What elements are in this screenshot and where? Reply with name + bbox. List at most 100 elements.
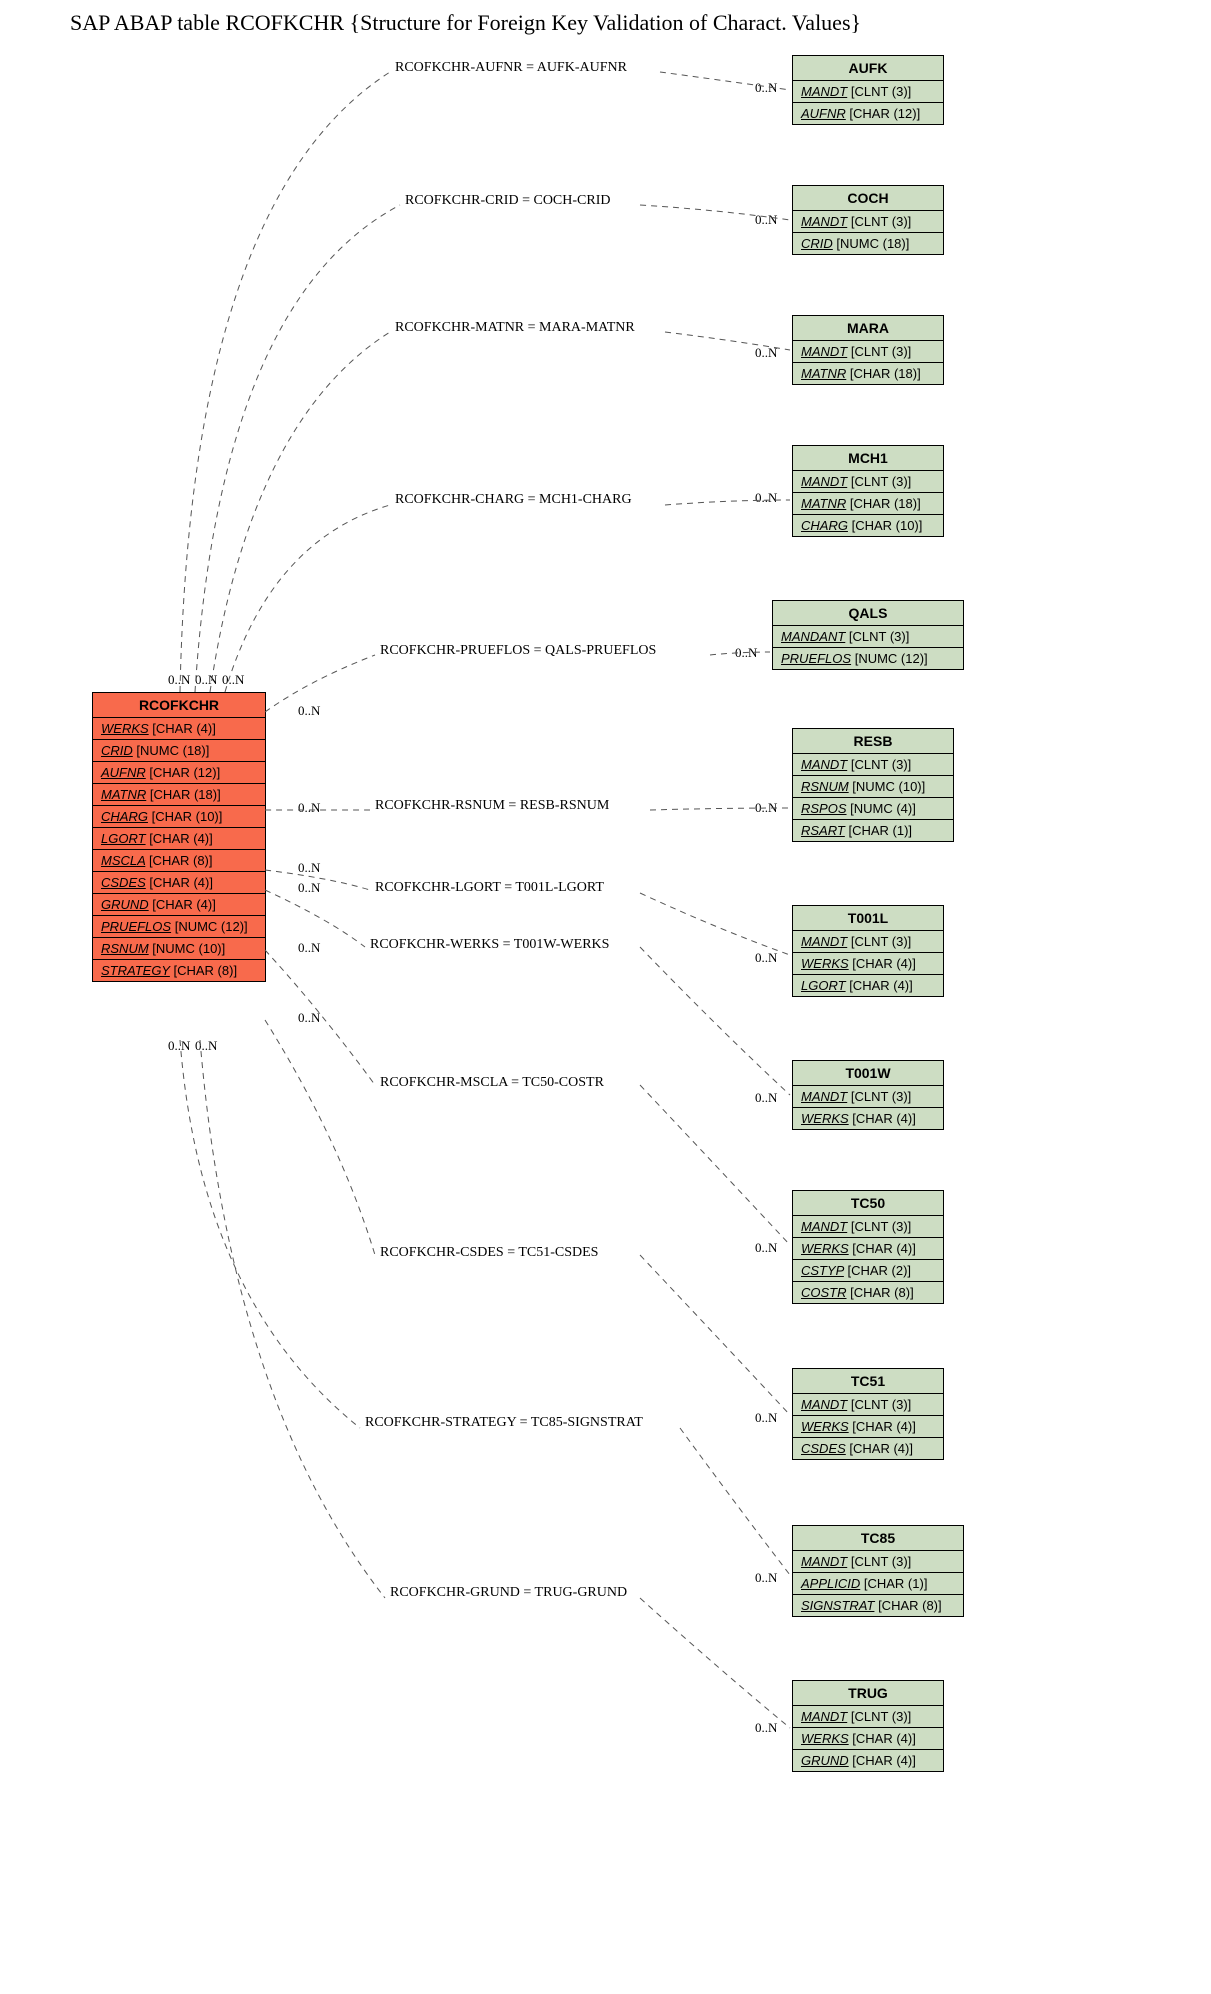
entity-header: TC85: [793, 1526, 963, 1551]
entity-header: QALS: [773, 601, 963, 626]
field-row: WERKS [CHAR (4)]: [793, 1416, 943, 1438]
field-row: AUFNR [CHAR (12)]: [93, 762, 265, 784]
relation-label: RCOFKCHR-STRATEGY = TC85-SIGNSTRAT: [365, 1415, 643, 1431]
page-title: SAP ABAP table RCOFKCHR {Structure for F…: [70, 10, 861, 36]
cardinality-label: 0..N: [735, 645, 757, 661]
field-row: GRUND [CHAR (4)]: [93, 894, 265, 916]
relation-label: RCOFKCHR-MATNR = MARA-MATNR: [395, 320, 635, 336]
field-row: PRUEFLOS [NUMC (12)]: [93, 916, 265, 938]
field-row: MANDANT [CLNT (3)]: [773, 626, 963, 648]
entity-header: COCH: [793, 186, 943, 211]
cardinality-label: 0..N: [755, 345, 777, 361]
field-row: MANDT [CLNT (3)]: [793, 1086, 943, 1108]
entity-tc51: TC51 MANDT [CLNT (3)] WERKS [CHAR (4)] C…: [792, 1368, 944, 1460]
cardinality-label: 0..N: [755, 1720, 777, 1736]
field-row: AUFNR [CHAR (12)]: [793, 103, 943, 124]
field-row: MANDT [CLNT (3)]: [793, 754, 953, 776]
field-row: MATNR [CHAR (18)]: [93, 784, 265, 806]
relation-label: RCOFKCHR-CRID = COCH-CRID: [405, 193, 610, 209]
field-row: RSART [CHAR (1)]: [793, 820, 953, 841]
field-row: CSDES [CHAR (4)]: [793, 1438, 943, 1459]
entity-resb: RESB MANDT [CLNT (3)] RSNUM [NUMC (10)] …: [792, 728, 954, 842]
field-row: MANDT [CLNT (3)]: [793, 81, 943, 103]
cardinality-label: 0..N: [755, 800, 777, 816]
entity-header: TC51: [793, 1369, 943, 1394]
field-row: MANDT [CLNT (3)]: [793, 211, 943, 233]
cardinality-label: 0..N: [298, 880, 320, 896]
field-row: WERKS [CHAR (4)]: [93, 718, 265, 740]
field-row: CHARG [CHAR (10)]: [793, 515, 943, 536]
field-row: LGORT [CHAR (4)]: [93, 828, 265, 850]
relation-label: RCOFKCHR-AUFNR = AUFK-AUFNR: [395, 60, 627, 76]
cardinality-label: 0..N: [755, 1410, 777, 1426]
relation-label: RCOFKCHR-CSDES = TC51-CSDES: [380, 1245, 598, 1261]
entity-header: T001L: [793, 906, 943, 931]
cardinality-label: 0..N: [755, 1570, 777, 1586]
relation-label: RCOFKCHR-LGORT = T001L-LGORT: [375, 880, 604, 896]
entity-mara: MARA MANDT [CLNT (3)] MATNR [CHAR (18)]: [792, 315, 944, 385]
cardinality-label: 0..N: [222, 672, 244, 688]
field-row: MANDT [CLNT (3)]: [793, 1394, 943, 1416]
cardinality-label: 0..N: [298, 703, 320, 719]
relation-label: RCOFKCHR-PRUEFLOS = QALS-PRUEFLOS: [380, 643, 656, 659]
field-row: MANDT [CLNT (3)]: [793, 931, 943, 953]
cardinality-label: 0..N: [298, 940, 320, 956]
field-row: RSPOS [NUMC (4)]: [793, 798, 953, 820]
entity-tc85: TC85 MANDT [CLNT (3)] APPLICID [CHAR (1)…: [792, 1525, 964, 1617]
cardinality-label: 0..N: [298, 1010, 320, 1026]
field-row: WERKS [CHAR (4)]: [793, 953, 943, 975]
field-row: MANDT [CLNT (3)]: [793, 1551, 963, 1573]
entity-aufk: AUFK MANDT [CLNT (3)] AUFNR [CHAR (12)]: [792, 55, 944, 125]
field-row: RSNUM [NUMC (10)]: [93, 938, 265, 960]
cardinality-label: 0..N: [755, 1240, 777, 1256]
cardinality-label: 0..N: [195, 1038, 217, 1054]
field-row: CSTYP [CHAR (2)]: [793, 1260, 943, 1282]
field-row: CSDES [CHAR (4)]: [93, 872, 265, 894]
cardinality-label: 0..N: [755, 1090, 777, 1106]
entity-rcofkchr: RCOFKCHR WERKS [CHAR (4)] CRID [NUMC (18…: [92, 692, 266, 982]
field-row: MSCLA [CHAR (8)]: [93, 850, 265, 872]
entity-header: RCOFKCHR: [93, 693, 265, 718]
cardinality-label: 0..N: [755, 950, 777, 966]
field-row: MATNR [CHAR (18)]: [793, 493, 943, 515]
entity-header: TC50: [793, 1191, 943, 1216]
cardinality-label: 0..N: [195, 672, 217, 688]
field-row: SIGNSTRAT [CHAR (8)]: [793, 1595, 963, 1616]
field-row: MANDT [CLNT (3)]: [793, 1706, 943, 1728]
relation-label: RCOFKCHR-WERKS = T001W-WERKS: [370, 937, 609, 953]
field-row: MANDT [CLNT (3)]: [793, 341, 943, 363]
cardinality-label: 0..N: [298, 860, 320, 876]
relation-label: RCOFKCHR-MSCLA = TC50-COSTR: [380, 1075, 604, 1091]
entity-mch1: MCH1 MANDT [CLNT (3)] MATNR [CHAR (18)] …: [792, 445, 944, 537]
entity-qals: QALS MANDANT [CLNT (3)] PRUEFLOS [NUMC (…: [772, 600, 964, 670]
entity-t001w: T001W MANDT [CLNT (3)] WERKS [CHAR (4)]: [792, 1060, 944, 1130]
field-row: PRUEFLOS [NUMC (12)]: [773, 648, 963, 669]
relation-lines: [0, 0, 1211, 1994]
field-row: COSTR [CHAR (8)]: [793, 1282, 943, 1303]
relation-label: RCOFKCHR-RSNUM = RESB-RSNUM: [375, 798, 609, 814]
field-row: CRID [NUMC (18)]: [93, 740, 265, 762]
field-row: WERKS [CHAR (4)]: [793, 1728, 943, 1750]
field-row: LGORT [CHAR (4)]: [793, 975, 943, 996]
field-row: CRID [NUMC (18)]: [793, 233, 943, 254]
cardinality-label: 0..N: [755, 490, 777, 506]
field-row: WERKS [CHAR (4)]: [793, 1238, 943, 1260]
entity-t001l: T001L MANDT [CLNT (3)] WERKS [CHAR (4)] …: [792, 905, 944, 997]
entity-coch: COCH MANDT [CLNT (3)] CRID [NUMC (18)]: [792, 185, 944, 255]
cardinality-label: 0..N: [755, 212, 777, 228]
field-row: APPLICID [CHAR (1)]: [793, 1573, 963, 1595]
relation-label: RCOFKCHR-CHARG = MCH1-CHARG: [395, 492, 632, 508]
entity-header: MARA: [793, 316, 943, 341]
field-row: CHARG [CHAR (10)]: [93, 806, 265, 828]
cardinality-label: 0..N: [168, 1038, 190, 1054]
entity-header: RESB: [793, 729, 953, 754]
field-row: MANDT [CLNT (3)]: [793, 1216, 943, 1238]
entity-header: T001W: [793, 1061, 943, 1086]
entity-header: AUFK: [793, 56, 943, 81]
entity-trug: TRUG MANDT [CLNT (3)] WERKS [CHAR (4)] G…: [792, 1680, 944, 1772]
relation-label: RCOFKCHR-GRUND = TRUG-GRUND: [390, 1585, 627, 1601]
field-row: WERKS [CHAR (4)]: [793, 1108, 943, 1129]
cardinality-label: 0..N: [755, 80, 777, 96]
cardinality-label: 0..N: [168, 672, 190, 688]
entity-header: TRUG: [793, 1681, 943, 1706]
